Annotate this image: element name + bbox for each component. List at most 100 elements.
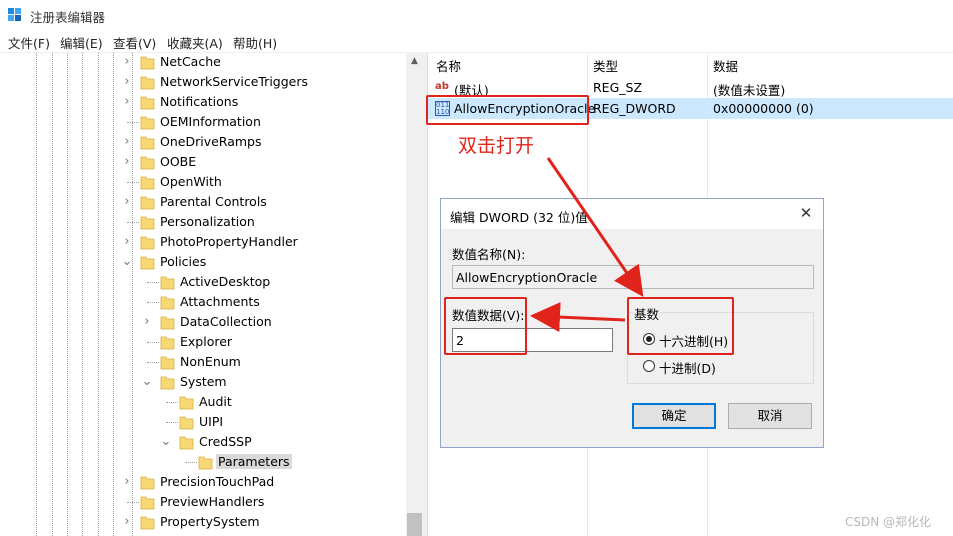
- tree-item-netcache[interactable]: › NetCache: [0, 53, 406, 72]
- cancel-button[interactable]: 取消: [728, 403, 812, 429]
- tree-item-precisiontouchpad[interactable]: › PrecisionTouchPad: [0, 472, 406, 492]
- tree-item-oeminformation[interactable]: OEMInformation: [0, 112, 406, 132]
- tree-item-activedesktop[interactable]: ActiveDesktop: [0, 272, 406, 292]
- folder-icon: [140, 256, 155, 270]
- chevron-right-icon[interactable]: ›: [121, 155, 133, 169]
- tree-item-networkservicetriggers[interactable]: › NetworkServiceTriggers: [0, 72, 406, 92]
- column-header-data[interactable]: 数据: [713, 56, 738, 75]
- regedit-app-icon: [8, 8, 21, 21]
- tree-item-propertysystem[interactable]: › PropertySystem: [0, 512, 406, 532]
- string-value-icon: ab: [435, 81, 449, 92]
- tree-connector: [127, 122, 139, 123]
- tree-item-system[interactable]: ⌄ System: [0, 372, 406, 392]
- menu-help[interactable]: 帮助(H): [233, 33, 277, 52]
- tree-item-label: NetCache: [160, 54, 221, 69]
- registry-key-tree[interactable]: › NetCache › NetworkServiceTriggers › Notific…: [0, 53, 406, 536]
- tree-item-label: PropertySystem: [160, 514, 260, 529]
- tree-item-notifications[interactable]: › Notifications: [0, 92, 406, 112]
- close-icon[interactable]: ✕: [797, 204, 815, 222]
- menu-favorites[interactable]: 收藏夹(A): [167, 33, 223, 52]
- tree-item-attachments[interactable]: Attachments: [0, 292, 406, 312]
- tree-item-policies[interactable]: ⌄ Policies: [0, 252, 406, 272]
- value-name-field[interactable]: AllowEncryptionOracle: [452, 265, 814, 289]
- tree-item-label: OOBE: [160, 154, 197, 169]
- tree-item-label: Personalization: [160, 214, 255, 229]
- chevron-down-icon[interactable]: ⌄: [141, 375, 153, 389]
- folder-icon: [160, 296, 175, 310]
- chevron-right-icon[interactable]: ›: [121, 515, 133, 529]
- watermark: CSDN @郑化化: [845, 515, 932, 529]
- scroll-up-arrow-icon[interactable]: ▲: [406, 53, 423, 70]
- chevron-down-icon[interactable]: ⌄: [121, 255, 133, 269]
- tree-item-onedriveramps[interactable]: › OneDriveRamps: [0, 132, 406, 152]
- folder-icon: [179, 396, 194, 410]
- chevron-right-icon[interactable]: ›: [121, 475, 133, 489]
- tree-scrollbar[interactable]: ▲: [406, 53, 423, 536]
- tree-item-openwith[interactable]: OpenWith: [0, 172, 406, 192]
- tree-item-datacollection[interactable]: › DataCollection: [0, 312, 406, 332]
- tree-item-explorer[interactable]: Explorer: [0, 332, 406, 352]
- tree-item-personalization[interactable]: Personalization: [0, 212, 406, 232]
- tree-item-label: Explorer: [180, 334, 233, 349]
- tree-connector: [127, 502, 139, 503]
- tree-item-audit[interactable]: Audit: [0, 392, 406, 412]
- radio-decimal[interactable]: [643, 360, 655, 372]
- tree-item-parental-controls[interactable]: › Parental Controls: [0, 192, 406, 212]
- folder-icon: [140, 176, 155, 190]
- tree-item-label: OpenWith: [160, 174, 222, 189]
- chevron-right-icon[interactable]: ›: [121, 135, 133, 149]
- radio-decimal-label[interactable]: 十进制(D): [659, 358, 716, 377]
- tree-item-previewhandlers[interactable]: PreviewHandlers: [0, 492, 406, 512]
- tree-connector: [127, 222, 139, 223]
- chevron-right-icon[interactable]: ›: [121, 235, 133, 249]
- folder-icon: [160, 356, 175, 370]
- chevron-right-icon[interactable]: ›: [141, 315, 153, 329]
- tree-connector: [147, 282, 159, 283]
- window-title: 注册表编辑器: [30, 10, 106, 25]
- tree-connector: [147, 342, 159, 343]
- tree-item-uipi[interactable]: UIPI: [0, 412, 406, 432]
- folder-icon: [140, 476, 155, 490]
- chevron-down-icon[interactable]: ⌄: [160, 435, 172, 449]
- folder-icon: [160, 376, 175, 390]
- tree-item-oobe[interactable]: › OOBE: [0, 152, 406, 172]
- folder-icon: [160, 316, 175, 330]
- menu-view[interactable]: 查看(V): [113, 33, 156, 52]
- menu-bar: 文件(F) 编辑(E) 查看(V) 收藏夹(A) 帮助(H): [0, 30, 953, 52]
- folder-icon: [140, 496, 155, 510]
- folder-icon: [160, 336, 175, 350]
- chevron-right-icon[interactable]: ›: [121, 195, 133, 209]
- title-bar: 注册表编辑器: [0, 0, 953, 30]
- folder-icon: [140, 236, 155, 250]
- tree-item-label: NetworkServiceTriggers: [160, 74, 309, 89]
- tree-item-label: Policies: [160, 254, 207, 269]
- scroll-thumb[interactable]: [407, 513, 422, 536]
- tree-connector: [166, 402, 178, 403]
- menu-file[interactable]: 文件(F): [8, 33, 50, 52]
- tree-connector: [147, 302, 159, 303]
- column-header-type[interactable]: 类型: [593, 56, 618, 75]
- value-data: (数值未设置): [713, 83, 786, 98]
- ok-button[interactable]: 确定: [632, 403, 716, 429]
- chevron-right-icon[interactable]: ›: [121, 75, 133, 89]
- tree-item-label: OEMInformation: [160, 114, 261, 129]
- tree-item-photopropertyhandler[interactable]: › PhotoPropertyHandler: [0, 232, 406, 252]
- tree-item-label: DataCollection: [180, 314, 272, 329]
- tree-item-label: PreviewHandlers: [160, 494, 265, 509]
- chevron-right-icon[interactable]: ›: [121, 95, 133, 109]
- tree-item-credssp[interactable]: ⌄ CredSSP: [0, 432, 406, 452]
- tree-connector: [185, 462, 197, 463]
- folder-icon: [140, 116, 155, 130]
- menu-edit[interactable]: 编辑(E): [60, 33, 103, 52]
- folder-icon: [140, 156, 155, 170]
- value-data: 0x00000000 (0): [713, 101, 814, 116]
- column-header-name[interactable]: 名称: [436, 56, 461, 75]
- annotation-double-click-text: 双击打开: [458, 135, 535, 157]
- chevron-right-icon[interactable]: ›: [121, 55, 133, 69]
- tree-item-label: PrecisionTouchPad: [160, 474, 275, 489]
- tree-item-nonenum[interactable]: NonEnum: [0, 352, 406, 372]
- tree-item-label: CredSSP: [199, 434, 252, 449]
- tree-item-parameters[interactable]: Parameters: [0, 452, 406, 472]
- tree-item-label: OneDriveRamps: [160, 134, 262, 149]
- dialog-title-bar: 编辑 DWORD (32 位)值 ✕: [441, 199, 823, 229]
